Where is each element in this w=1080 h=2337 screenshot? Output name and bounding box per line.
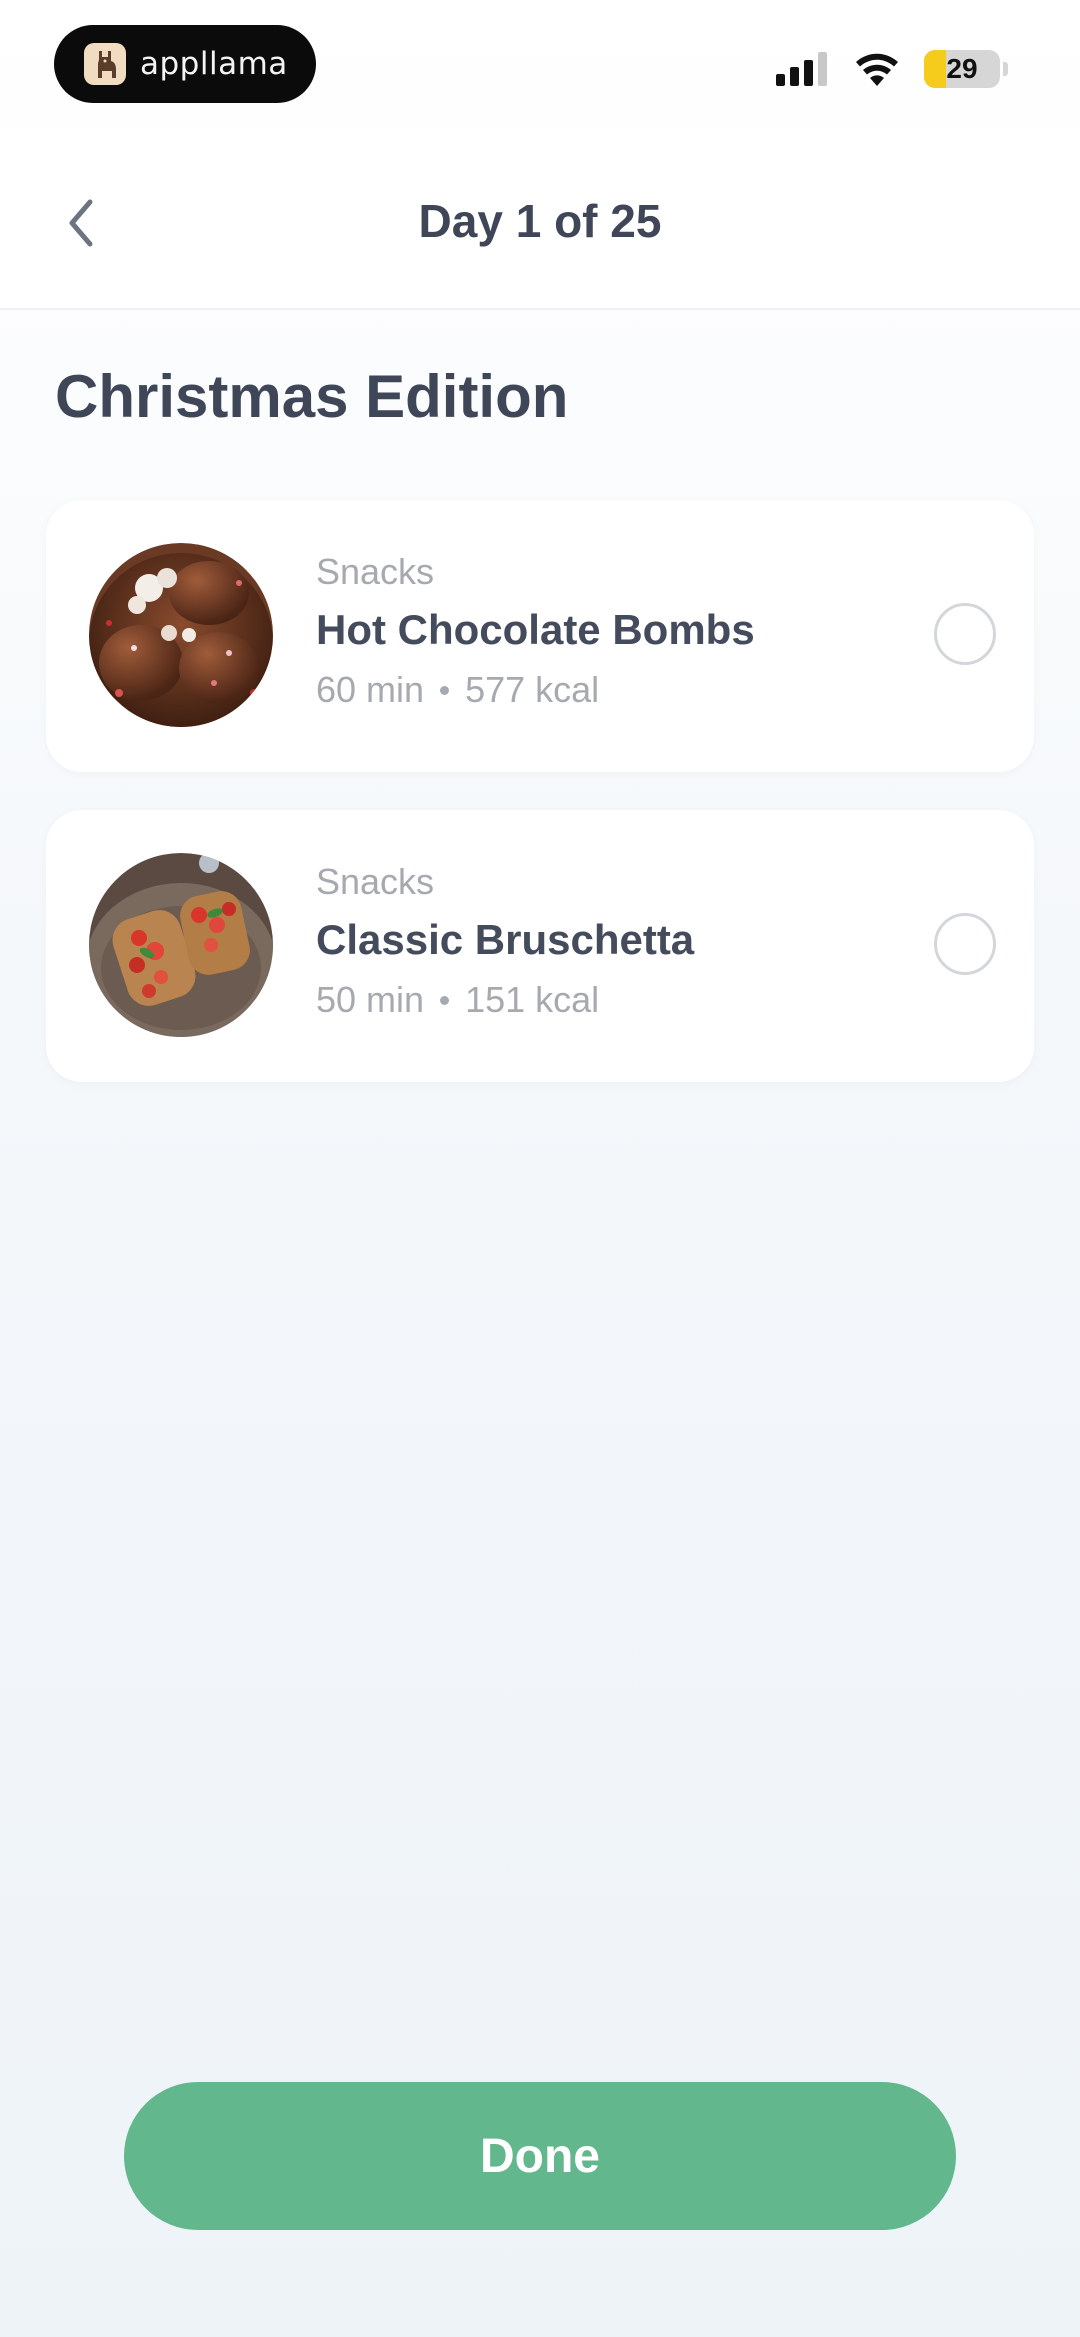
recipe-calories: 577 kcal [465,669,600,710]
recipe-calories: 151 kcal [465,979,600,1020]
recipe-checkbox[interactable] [934,913,996,975]
recipe-card[interactable]: Snacks Classic Bruschetta 50 min 151 kca… [46,810,1034,1082]
recipe-time: 60 min [316,669,425,710]
recipe-image-hot-chocolate-bombs [89,543,273,727]
app-badge[interactable]: appllama [54,25,316,103]
recipe-image-classic-bruschetta [89,853,273,1037]
page-title: Day 1 of 25 [418,195,662,247]
brand-name: appllama [140,46,288,82]
separator-dot [440,995,450,1005]
battery-level: 29 [946,53,978,84]
battery-cap [1003,62,1008,76]
done-button[interactable]: Done [124,2082,956,2230]
nav-bar: Day 1 of 25 [0,130,1080,310]
battery-fill [924,50,947,88]
battery-indicator: 29 [924,50,1008,88]
separator-dot [440,685,450,695]
section-title: Christmas Edition [55,363,569,430]
recipe-info: Snacks Hot Chocolate Bombs 60 min 577 kc… [316,550,755,712]
recipe-info: Snacks Classic Bruschetta 50 min 151 kca… [316,860,694,1022]
battery-icon: 29 [924,50,1000,88]
recipe-meta: 50 min 151 kcal [316,978,694,1022]
recipe-checkbox[interactable] [934,603,996,665]
cellular-signal-icon [776,52,827,86]
recipe-card[interactable]: Snacks Hot Chocolate Bombs 60 min 577 kc… [46,500,1034,772]
recipe-meta: 60 min 577 kcal [316,668,755,712]
recipe-name: Hot Chocolate Bombs [316,606,755,653]
wifi-icon [856,53,898,86]
recipe-time: 50 min [316,979,425,1020]
recipe-name: Classic Bruschetta [316,916,695,963]
recipe-category: Snacks [316,861,435,902]
llama-logo-icon [84,43,126,85]
status-icons: 29 [776,50,1008,88]
recipe-category: Snacks [316,551,435,592]
status-bar: appllama 29 [0,0,1080,130]
